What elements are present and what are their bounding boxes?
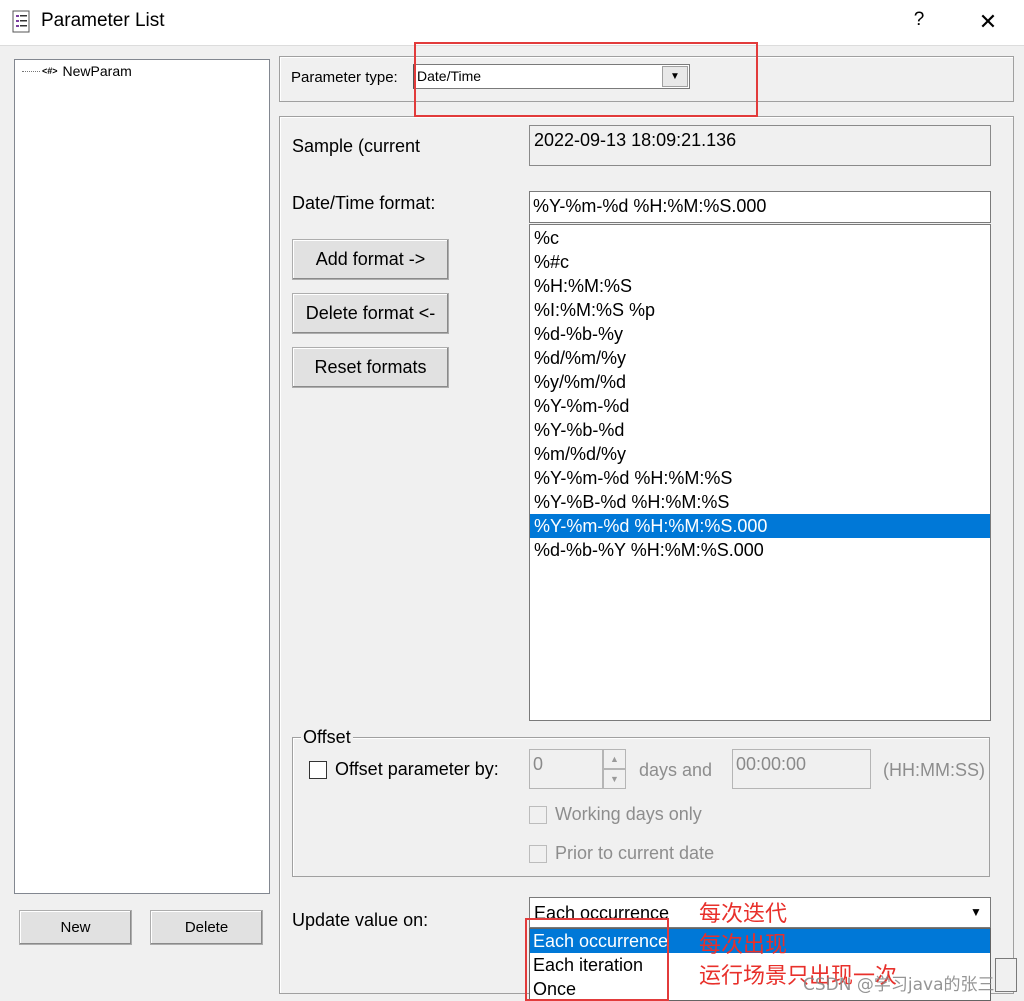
close-button[interactable]: ✕ <box>970 5 1006 39</box>
format-list-item[interactable]: %m/%d/%y <box>530 442 990 466</box>
sample-label: Sample (current <box>292 136 421 156</box>
delete-button[interactable]: Delete <box>150 910 263 945</box>
partial-button[interactable] <box>995 958 1017 992</box>
spin-up-icon[interactable]: ▲ <box>603 749 626 769</box>
delete-format-button[interactable]: Delete format <- <box>292 293 449 334</box>
format-list-item[interactable]: %d/%m/%y <box>530 346 990 370</box>
working-days-label: Working days only <box>555 804 702 824</box>
offset-days-value: 0 <box>533 754 544 774</box>
reset-formats-button[interactable]: Reset formats <box>292 347 449 388</box>
window-title: Parameter List <box>41 10 165 31</box>
tree-item-label: NewParam <box>62 63 132 79</box>
tree-connector <box>22 70 40 72</box>
watermark: CSDN @学习java的张三 <box>803 975 995 995</box>
format-list-item[interactable]: %d-%b-%y <box>530 322 990 346</box>
format-list-item-selected[interactable]: %Y-%m-%d %H:%M:%S.000 <box>530 514 990 538</box>
sample-value: 2022-09-13 18:09:21.136 <box>534 130 737 150</box>
format-list-item[interactable]: %H:%M:%S <box>530 274 990 298</box>
format-list-item[interactable]: %Y-%B-%d %H:%M:%S <box>530 490 990 514</box>
format-list-item[interactable]: %c <box>530 226 990 250</box>
parameter-type-label: Parameter type: <box>291 69 398 86</box>
offset-checkbox[interactable] <box>309 761 327 779</box>
parameter-tree[interactable] <box>14 59 270 894</box>
tree-item-newparam[interactable]: <#> NewParam <box>22 63 132 79</box>
days-and-label: days and <box>639 760 713 780</box>
prior-date-checkbox[interactable] <box>529 845 547 863</box>
chevron-down-icon[interactable]: ▼ <box>964 900 988 925</box>
offset-group-title: Offset <box>301 727 353 748</box>
annotation-box <box>414 42 758 117</box>
parameter-icon: <#> <box>42 66 58 76</box>
annotation-text: 每次迭代 <box>699 902 788 927</box>
working-days-checkbox[interactable] <box>529 806 547 824</box>
format-list-item[interactable]: %Y-%m-%d <box>530 394 990 418</box>
annotation-text: 每次出现 <box>699 933 788 958</box>
offset-time-value: 00:00:00 <box>736 754 807 774</box>
format-list-item[interactable]: %#c <box>530 250 990 274</box>
datetime-format-value: %Y-%m-%d %H:%M:%S.000 <box>533 196 767 216</box>
help-button[interactable]: ? <box>908 9 930 35</box>
datetime-format-label: Date/Time format: <box>292 193 436 213</box>
format-list-item[interactable]: %d-%b-%Y %H:%M:%S.000 <box>530 538 990 562</box>
format-list-item[interactable]: %Y-%b-%d <box>530 418 990 442</box>
app-icon <box>12 10 32 34</box>
annotation-box <box>525 918 669 1001</box>
update-value-label: Update value on: <box>292 910 429 930</box>
format-list-item[interactable]: %Y-%m-%d %H:%M:%S <box>530 466 990 490</box>
time-format-label: (HH:MM:SS) <box>883 760 985 780</box>
format-list-item[interactable]: %y/%m/%d <box>530 370 990 394</box>
format-list-item[interactable]: %I:%M:%S %p <box>530 298 990 322</box>
spin-down-icon[interactable]: ▼ <box>603 769 626 789</box>
offset-checkbox-label: Offset parameter by: <box>335 759 499 779</box>
prior-date-label: Prior to current date <box>555 843 715 863</box>
new-button[interactable]: New <box>19 910 132 945</box>
add-format-button[interactable]: Add format -> <box>292 239 449 280</box>
